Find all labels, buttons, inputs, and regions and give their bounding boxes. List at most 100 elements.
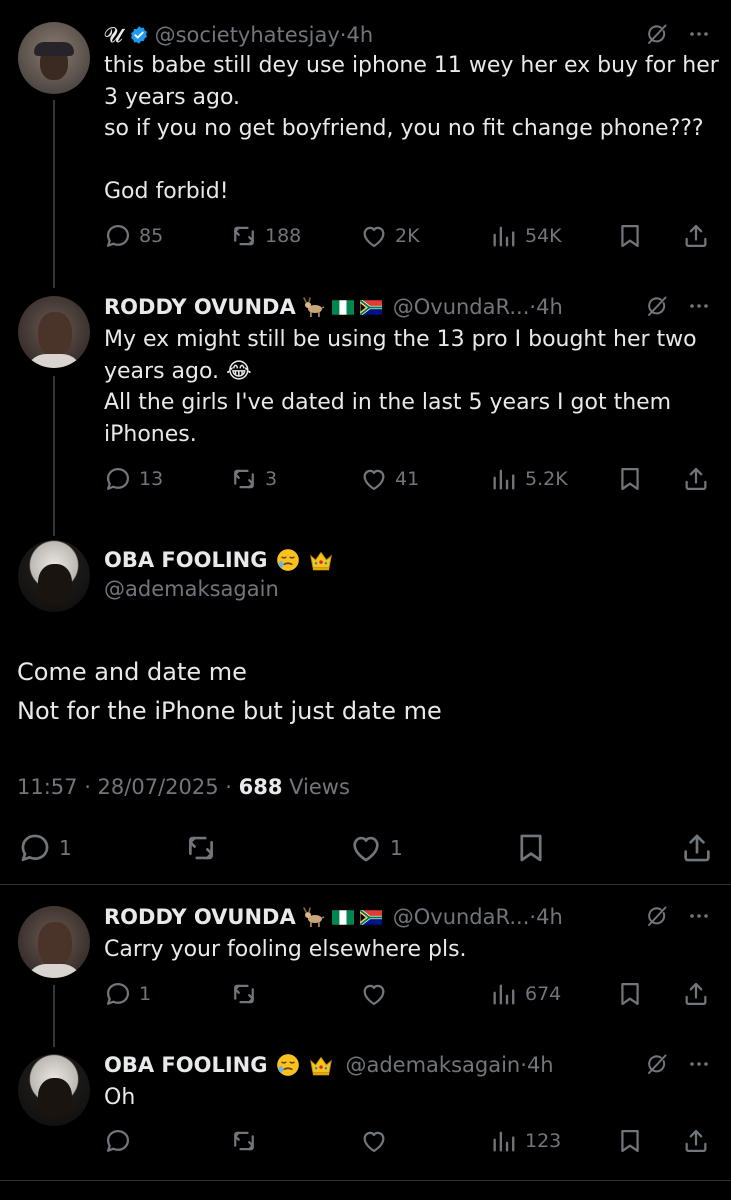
bookmark-icon (514, 831, 548, 865)
handle[interactable]: @ademaksagain (104, 577, 279, 601)
like-button[interactable] (360, 979, 395, 1009)
bookmark-button[interactable] (514, 831, 548, 865)
repost-count: 3 (265, 468, 278, 490)
share-button[interactable] (682, 464, 710, 494)
tweet-text: Come and date me Not for the iPhone but … (17, 658, 442, 725)
more-options-icon[interactable] (687, 22, 711, 46)
more-options-icon[interactable] (687, 904, 711, 928)
share-button[interactable] (682, 979, 710, 1009)
nigeria-flag-icon (332, 300, 354, 315)
share-icon (682, 980, 710, 1008)
reply-count: 1 (59, 836, 72, 860)
tweet-header: OBA FOOLING @ademaksagain · 4h (104, 1050, 554, 1080)
share-icon (682, 222, 710, 250)
reply-button[interactable]: 1 (18, 831, 72, 865)
avatar[interactable] (18, 22, 90, 94)
handle[interactable]: @OvundaR... (393, 295, 530, 319)
repost-button[interactable]: 188 (230, 221, 301, 251)
share-icon (682, 1127, 710, 1155)
avatar[interactable] (18, 906, 90, 978)
reply-button[interactable]: 13 (104, 464, 163, 494)
thread-connector (53, 100, 55, 288)
share-button[interactable] (680, 831, 714, 865)
avatar[interactable] (18, 296, 90, 368)
reply-button[interactable]: 1 (104, 979, 151, 1009)
tweet-menu (645, 294, 711, 318)
timestamp[interactable]: 4h (346, 23, 373, 47)
bookmark-icon (616, 465, 644, 493)
avatar-face (38, 922, 72, 966)
display-name[interactable]: RODDY OVUNDA (104, 295, 296, 319)
more-options-icon[interactable] (687, 294, 711, 318)
like-button[interactable]: 2K (360, 221, 420, 251)
reply-button[interactable] (104, 1126, 139, 1156)
timestamp[interactable]: 11:57 · 28/07/2025 · (17, 775, 239, 799)
timestamp[interactable]: 4h (536, 905, 563, 929)
avatar[interactable] (18, 1054, 90, 1126)
like-button[interactable] (360, 1126, 395, 1156)
reply-icon (18, 831, 52, 865)
divider (0, 884, 731, 885)
bookmark-button[interactable] (616, 979, 644, 1009)
repost-button[interactable] (230, 1126, 265, 1156)
repost-icon (230, 465, 258, 493)
tweet-timestamp-views: 11:57 · 28/07/2025 · 688 Views (17, 775, 350, 799)
bookmark-icon (616, 222, 644, 250)
display-name[interactable]: RODDY OVUNDA (104, 905, 296, 929)
avatar[interactable] (18, 540, 90, 612)
like-button[interactable]: 1 (349, 831, 403, 865)
share-button[interactable] (682, 221, 710, 251)
tweet-text: this babe still dey use iphone 11 wey he… (104, 53, 719, 204)
tweet-text: My ex might still be using the 13 pro I … (104, 327, 697, 447)
like-count: 41 (395, 468, 420, 490)
timestamp[interactable]: 4h (536, 295, 563, 319)
verified-icon (129, 25, 149, 45)
bookmark-button[interactable] (616, 464, 644, 494)
grok-icon[interactable] (645, 904, 669, 928)
views-button[interactable]: 674 (490, 979, 561, 1009)
views-count: 688 (238, 775, 283, 799)
like-icon (360, 1127, 388, 1155)
views-button[interactable]: 54K (490, 221, 562, 251)
timestamp[interactable]: 4h (527, 1053, 554, 1077)
avatar-shirt (26, 354, 82, 368)
views-icon (490, 980, 518, 1008)
views-button[interactable]: 5.2K (490, 464, 568, 494)
repost-button[interactable] (230, 979, 265, 1009)
repost-button[interactable] (184, 831, 225, 865)
display-name[interactable]: OBA FOOLING (104, 548, 267, 572)
display-name[interactable]: 𝓤 (104, 23, 123, 48)
like-count: 2K (395, 225, 420, 247)
tweet-menu (645, 22, 711, 46)
grok-icon[interactable] (645, 1052, 669, 1076)
tweet-text: Oh (104, 1085, 136, 1110)
tweet-menu (645, 1052, 711, 1076)
action-bar: 1 1 (18, 831, 718, 865)
bookmark-button[interactable] (616, 1126, 644, 1156)
share-icon (682, 465, 710, 493)
reply-button[interactable]: 85 (104, 221, 163, 251)
tweet-header: RODDY OVUNDA @OvundaR... · 4h (104, 293, 563, 321)
handle[interactable]: @societyhatesjay (155, 23, 340, 47)
share-button[interactable] (682, 1126, 710, 1156)
crown-emoji-icon (307, 547, 335, 573)
separator: · (339, 23, 347, 47)
handle[interactable]: @OvundaR... (393, 905, 530, 929)
separator: · (529, 905, 537, 929)
handle[interactable]: @ademaksagain (345, 1053, 520, 1077)
views-button[interactable]: 123 (490, 1126, 561, 1156)
like-button[interactable]: 41 (360, 464, 419, 494)
repost-count: 188 (265, 225, 302, 247)
grok-icon[interactable] (645, 22, 669, 46)
like-count: 1 (390, 836, 403, 860)
bookmark-button[interactable] (616, 221, 644, 251)
more-options-icon[interactable] (687, 1052, 711, 1076)
action-bar: 123 (104, 1126, 712, 1156)
reply-icon (104, 1127, 132, 1155)
tired-face-emoji-icon (275, 1052, 301, 1078)
grok-icon[interactable] (645, 294, 669, 318)
bookmark-icon (616, 980, 644, 1008)
repost-button[interactable]: 3 (230, 464, 277, 494)
south-africa-flag-icon (360, 300, 382, 315)
display-name[interactable]: OBA FOOLING (104, 1053, 267, 1077)
